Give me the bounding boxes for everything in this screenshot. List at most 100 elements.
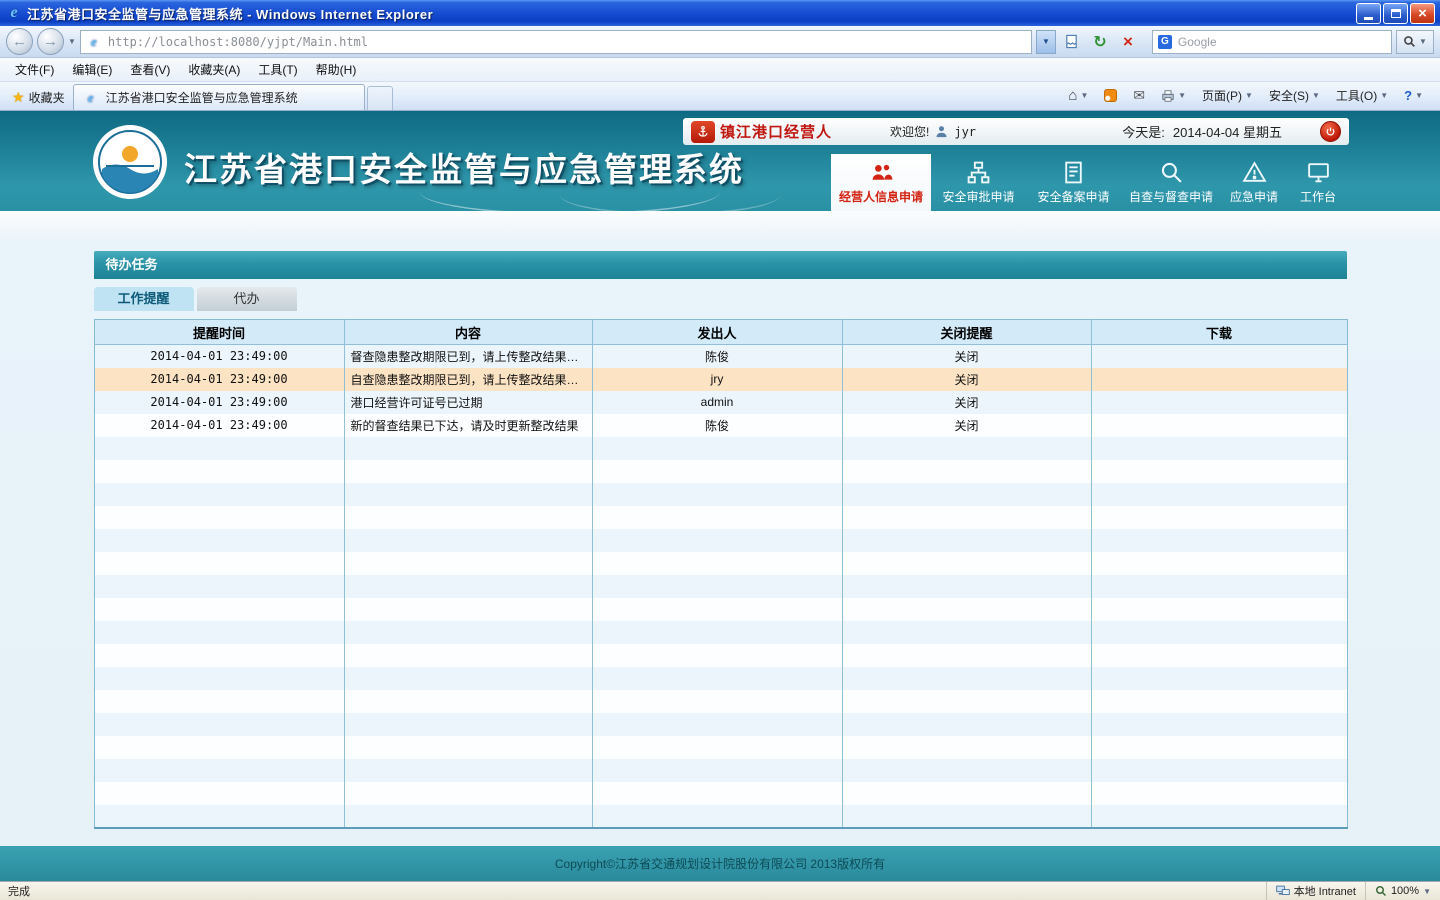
close-reminder-link[interactable]: 关闭 <box>842 391 1091 414</box>
cell-remind-time: 2014-04-01 23:49:00 <box>94 391 344 414</box>
menu-file[interactable]: 文件(F) <box>6 58 63 81</box>
address-dropdown-button[interactable]: ▼ <box>1036 30 1056 54</box>
nav-tab-safety-approval[interactable]: 安全审批申请 <box>931 154 1026 211</box>
cell-sender <box>592 575 842 598</box>
rss-icon <box>1104 89 1117 102</box>
maximize-button[interactable] <box>1383 3 1408 24</box>
task-row: 2014-04-01 23:49:00新的督查结果已下达，请及时更新整改结果陈俊… <box>94 414 1347 437</box>
mail-button[interactable]: ✉ <box>1126 84 1152 108</box>
cell-remind-time: 2014-04-01 23:49:00 <box>94 414 344 437</box>
zoom-control[interactable]: 100% ▼ <box>1365 882 1440 900</box>
nav-tab-safety-record[interactable]: 安全备案申请 <box>1026 154 1121 211</box>
page-menu-button[interactable]: 页面(P)▼ <box>1195 84 1260 108</box>
cell-content <box>344 575 592 598</box>
close-reminder-link[interactable]: 关闭 <box>842 345 1091 368</box>
anchor-icon <box>691 121 715 143</box>
nav-tab-operator-info[interactable]: 经营人信息申请 <box>831 154 931 211</box>
browser-tab[interactable]: e 江苏省港口安全监管与应急管理系统 <box>73 84 365 110</box>
org-badge: 镇江港口经营人 <box>691 121 832 143</box>
user-strip: 镇江港口经营人 欢迎您! jyr 今天是: 2014-04-04 星期五 <box>683 118 1349 145</box>
menu-favorites[interactable]: 收藏夹(A) <box>179 58 249 81</box>
forward-button[interactable]: → <box>37 28 64 55</box>
close-reminder-link <box>842 506 1091 529</box>
favorites-button[interactable]: ★ 收藏夹 <box>4 85 73 110</box>
logout-button[interactable] <box>1320 121 1341 142</box>
cell-content <box>344 460 592 483</box>
close-reminder-link <box>842 690 1091 713</box>
history-dropdown-icon[interactable]: ▼ <box>68 37 76 46</box>
back-button[interactable]: ← <box>6 28 33 55</box>
cell-sender <box>592 667 842 690</box>
home-button[interactable]: ⌂▼ <box>1061 84 1095 108</box>
menu-help[interactable]: 帮助(H) <box>307 58 366 81</box>
google-icon: G <box>1158 35 1172 49</box>
todo-panel: 待办任务 工作提醒 代办 提醒时间 内容 发出人 关闭提醒 <box>94 251 1347 829</box>
compatibility-view-button[interactable] <box>1060 30 1084 54</box>
cell-download <box>1091 437 1347 460</box>
cell-download <box>1091 598 1347 621</box>
menu-edit[interactable]: 编辑(E) <box>63 58 121 81</box>
page-content: 待办任务 工作提醒 代办 提醒时间 内容 发出人 关闭提醒 <box>0 211 1440 846</box>
search-box[interactable]: G Google <box>1152 30 1392 54</box>
menu-tools[interactable]: 工具(T) <box>249 58 306 81</box>
cell-download <box>1091 414 1347 437</box>
cell-content <box>344 437 592 460</box>
cell-sender <box>592 690 842 713</box>
cell-download <box>1091 345 1347 368</box>
search-button[interactable]: ▼ <box>1396 30 1434 54</box>
close-button[interactable]: × <box>1410 3 1435 24</box>
cell-content <box>344 667 592 690</box>
tab-pending[interactable]: 代办 <box>197 287 297 311</box>
help-button[interactable]: ?▼ <box>1397 84 1430 108</box>
close-reminder-link[interactable]: 关闭 <box>842 414 1091 437</box>
task-row-empty <box>94 598 1347 621</box>
menu-view[interactable]: 查看(V) <box>121 58 179 81</box>
cell-download <box>1091 506 1347 529</box>
tools-menu-button[interactable]: 工具(O)▼ <box>1329 84 1395 108</box>
cell-content <box>344 644 592 667</box>
minimize-button[interactable] <box>1356 3 1381 24</box>
cell-sender: 陈俊 <box>592 414 842 437</box>
feeds-button[interactable] <box>1097 84 1124 108</box>
task-row-empty <box>94 460 1347 483</box>
nav-tab-inspection[interactable]: 自查与督查申请 <box>1121 154 1221 211</box>
menu-bar: 文件(F) 编辑(E) 查看(V) 收藏夹(A) 工具(T) 帮助(H) <box>0 58 1440 82</box>
cell-content <box>344 598 592 621</box>
cell-download <box>1091 391 1347 414</box>
task-row-empty <box>94 713 1347 736</box>
close-reminder-link <box>842 621 1091 644</box>
star-icon: ★ <box>12 89 25 106</box>
close-reminder-link <box>842 575 1091 598</box>
date-group: 今天是: 2014-04-04 星期五 <box>1122 122 1282 141</box>
print-button[interactable]: ▼ <box>1154 84 1193 108</box>
cell-download <box>1091 644 1347 667</box>
window-titlebar: e 江苏省港口安全监管与应急管理系统 - Windows Internet Ex… <box>0 0 1440 26</box>
compat-page-icon <box>1064 34 1079 49</box>
cell-content <box>344 690 592 713</box>
nav-tab-workbench[interactable]: 工作台 <box>1287 154 1349 211</box>
column-header-remind-time: 提醒时间 <box>94 320 344 345</box>
cell-content <box>344 529 592 552</box>
window-title: 江苏省港口安全监管与应急管理系统 - Windows Internet Expl… <box>27 4 433 23</box>
table-header-row: 提醒时间 内容 发出人 关闭提醒 下载 <box>94 320 1347 345</box>
refresh-button[interactable]: ↻ <box>1088 30 1112 54</box>
cell-content: 自查隐患整改期限已到，请上传整改结果… <box>344 368 592 391</box>
intranet-icon <box>1276 885 1290 897</box>
close-reminder-link[interactable]: 关闭 <box>842 368 1091 391</box>
task-row-empty <box>94 667 1347 690</box>
stop-button[interactable]: × <box>1116 30 1140 54</box>
close-reminder-link <box>842 713 1091 736</box>
cell-remind-time <box>94 644 344 667</box>
cell-download <box>1091 575 1347 598</box>
address-bar[interactable]: e http://localhost:8080/yjpt/Main.html <box>80 30 1032 54</box>
cell-content <box>344 552 592 575</box>
cell-remind-time <box>94 552 344 575</box>
cell-download <box>1091 667 1347 690</box>
page-viewport: 江苏省港口安全监管与应急管理系统 镇江港口经营人 欢迎您! jyr 今天是: 2… <box>0 111 1440 881</box>
close-reminder-link <box>842 437 1091 460</box>
new-tab-stub[interactable] <box>367 86 393 110</box>
tab-work-reminders[interactable]: 工作提醒 <box>94 287 194 311</box>
safety-menu-button[interactable]: 安全(S)▼ <box>1262 84 1327 108</box>
nav-tab-emergency[interactable]: 应急申请 <box>1221 154 1287 211</box>
cell-remind-time <box>94 437 344 460</box>
